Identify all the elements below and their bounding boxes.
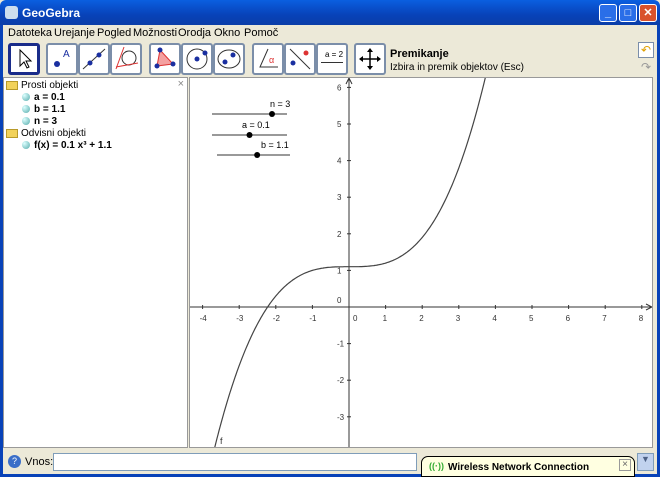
undo-button[interactable]: ↶: [638, 42, 654, 58]
wireless-icon: ((·)): [429, 461, 444, 471]
y-tick-label: -2: [337, 376, 345, 385]
redo-button[interactable]: ↷: [638, 60, 654, 76]
graphics-view[interactable]: -4 -3 -2 -1 0 1 2 3 4 5 6 7 8 -3 -2 -1 0 1 2 3 4 5 6 f n = 3 a = …: [189, 77, 653, 448]
menu-okno[interactable]: Okno: [214, 27, 240, 39]
polygon-tool-button[interactable]: [149, 43, 181, 75]
y-tick-label: 4: [337, 157, 342, 166]
minimize-button[interactable]: _: [599, 4, 617, 22]
svg-text:A: A: [63, 49, 70, 60]
x-tick-label: 4: [492, 314, 497, 323]
menu-orodja[interactable]: Orodja: [178, 27, 211, 39]
y-tick-label: 3: [337, 193, 342, 202]
x-tick-label: 2: [419, 314, 424, 323]
menu-pogled[interactable]: Pogled: [97, 27, 131, 39]
x-tick-label: -1: [309, 314, 317, 323]
notification-balloon[interactable]: ((·)) Wireless Network Connection ×: [421, 456, 635, 477]
reflect-tool-button[interactable]: [284, 43, 316, 75]
x-tick-label: 0: [353, 314, 358, 323]
algebra-view: × Prosti objekti a = 0.1 b = 1.1 n = 3 O…: [3, 77, 188, 448]
circle-tool-button[interactable]: [181, 43, 213, 75]
svg-text:α: α: [269, 55, 274, 65]
x-tick-label: 1: [383, 314, 388, 323]
slider-handle[interactable]: [254, 152, 261, 158]
menu-datoteka[interactable]: Datoteka: [8, 27, 52, 39]
graph-canvas[interactable]: -4 -3 -2 -1 0 1 2 3 4 5 6 7 8 -3 -2 -1 0 1 2 3 4 5 6 f n = 3 a = …: [190, 78, 653, 448]
visibility-icon[interactable]: [22, 117, 30, 126]
menu-urejanje[interactable]: Urejanje: [54, 27, 95, 39]
geogebra-logo-icon: [5, 6, 18, 19]
y-tick-label: 6: [337, 83, 342, 92]
help-icon[interactable]: ?: [8, 455, 21, 468]
y-tick-label: -1: [337, 340, 345, 349]
slider-label: b = 1.1: [261, 140, 289, 150]
folder-icon: [6, 80, 18, 90]
x-tick-label: 3: [456, 314, 461, 323]
slider-label: a = 0.1: [242, 120, 270, 130]
active-tool-description: Izbira in premik objektov (Esc): [390, 62, 524, 73]
visibility-icon[interactable]: [22, 141, 30, 150]
algebra-item[interactable]: f(x) = 0.1 x³ + 1.1: [22, 140, 112, 151]
algebra-item[interactable]: a = 0.1: [22, 92, 65, 103]
visibility-icon[interactable]: [22, 93, 30, 102]
slider-label: n = 3: [270, 99, 290, 109]
window-title: GeoGebra: [22, 6, 81, 20]
input-label: Vnos:: [25, 456, 54, 468]
move-tool-button[interactable]: [8, 43, 40, 75]
conic-tool-button[interactable]: [213, 43, 245, 75]
x-tick-label: 5: [529, 314, 534, 323]
dropdown-chevron-down-icon[interactable]: ▼: [637, 453, 654, 471]
notification-text: Wireless Network Connection: [448, 462, 590, 473]
line-tool-button[interactable]: [78, 43, 110, 75]
x-tick-label: -4: [200, 314, 208, 323]
slider-tool-button[interactable]: a = 2: [316, 43, 348, 75]
x-tick-label: 7: [602, 314, 607, 323]
angle-tool-button[interactable]: α: [252, 43, 284, 75]
menu-moznosti[interactable]: Možnosti: [133, 27, 177, 39]
input-field[interactable]: [53, 453, 417, 471]
x-tick-label: -2: [273, 314, 281, 323]
menu-pomoc[interactable]: Pomoč: [244, 27, 278, 39]
algebra-item[interactable]: n = 3: [22, 116, 57, 127]
active-tool-name: Premikanje: [390, 48, 449, 60]
title-bar: GeoGebra _ □ ✕: [0, 0, 660, 25]
close-button[interactable]: ✕: [639, 4, 657, 22]
point-tool-button[interactable]: A: [46, 43, 78, 75]
close-algebra-icon[interactable]: ×: [178, 78, 184, 90]
visibility-icon[interactable]: [22, 105, 30, 114]
folder-dependent-objects[interactable]: Odvisni objekti: [6, 128, 86, 139]
y-tick-label: 2: [337, 230, 342, 239]
maximize-button[interactable]: □: [619, 4, 637, 22]
menu-bar: Datoteka Urejanje Pogled Možnosti Orodja…: [3, 25, 657, 41]
tangent-tool-button[interactable]: [110, 43, 142, 75]
move-graphics-view-button[interactable]: [354, 43, 386, 75]
y-tick-label: -3: [337, 413, 345, 422]
x-tick-label: 6: [566, 314, 571, 323]
folder-icon: [6, 128, 18, 138]
slider-handle[interactable]: [269, 111, 275, 117]
folder-free-objects[interactable]: Prosti objekti: [6, 80, 78, 91]
x-tick-label: -3: [236, 314, 244, 323]
algebra-item[interactable]: b = 1.1: [22, 104, 65, 115]
slider-handle[interactable]: [246, 132, 253, 138]
close-notification-icon[interactable]: ×: [619, 459, 631, 471]
y-tick-label: 1: [337, 266, 342, 275]
function-label: f: [220, 436, 223, 446]
x-tick-label: 8: [639, 314, 644, 323]
toolbar: A α a = 2 Premikanje Izbira in premik ob…: [3, 41, 657, 77]
y-tick-label: 5: [337, 120, 342, 129]
y-tick-label: 0: [337, 296, 342, 305]
